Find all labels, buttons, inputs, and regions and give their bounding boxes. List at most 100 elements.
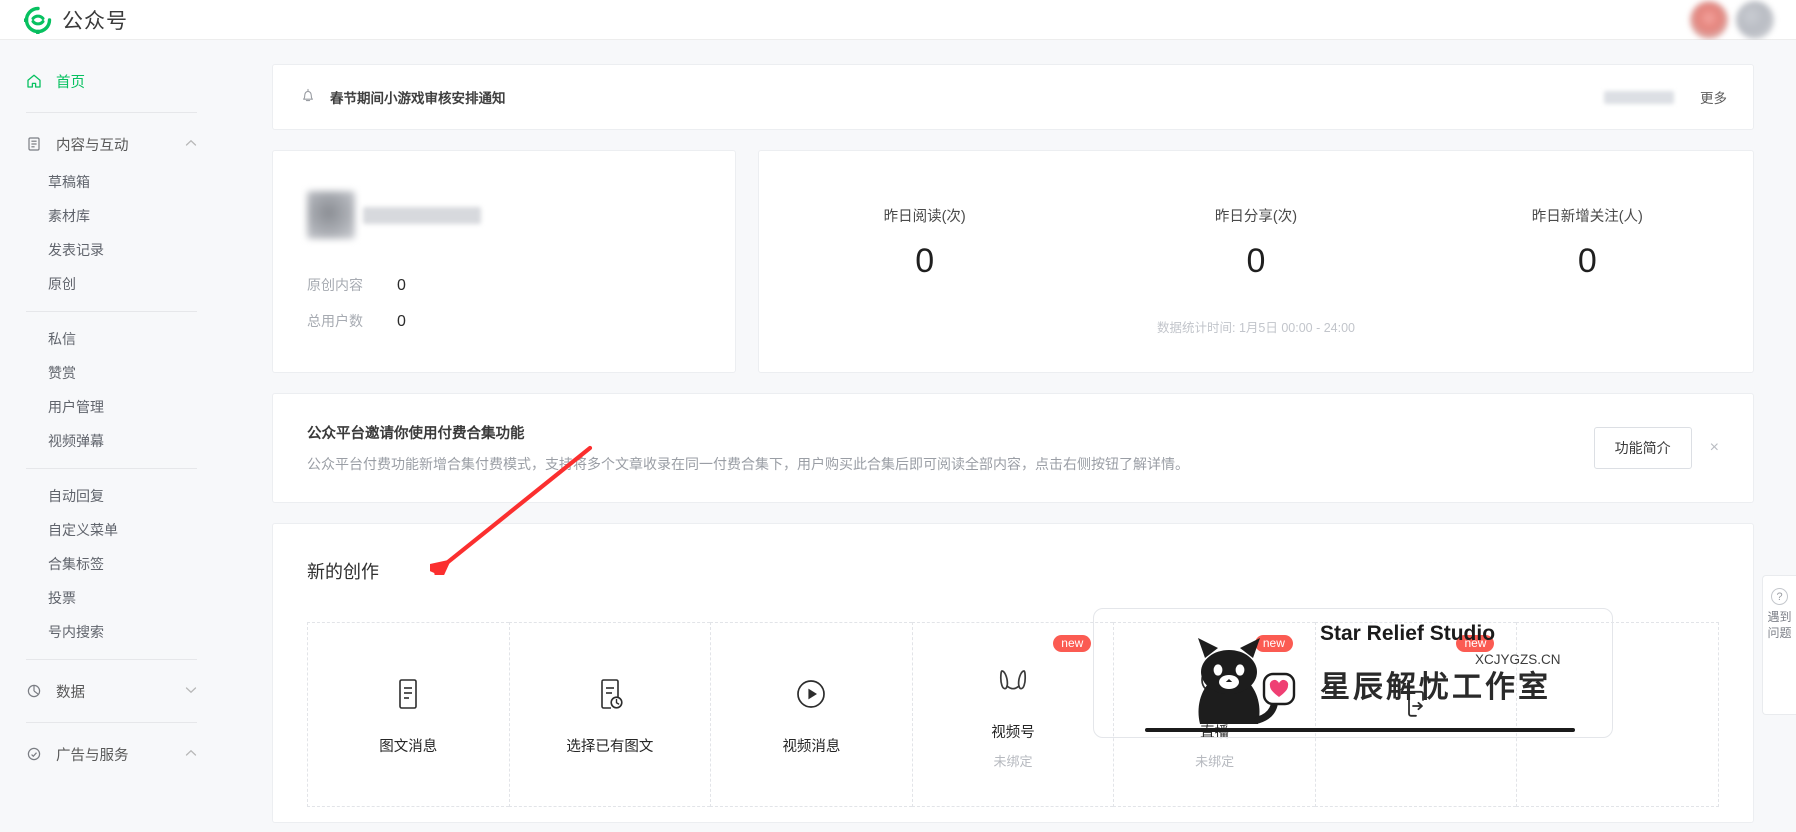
sidebar-item-original[interactable]: 原创	[0, 267, 225, 301]
sidebar-item-publish-records-label: 发表记录	[48, 242, 104, 258]
sidebar-group-ads-services[interactable]: 广告与服务	[0, 733, 225, 775]
create-card-live-sub: 未绑定	[1195, 754, 1235, 769]
metric-total-users: 总用户数 0	[307, 311, 701, 331]
play-circle-icon	[794, 673, 828, 715]
metric-total-users-label: 总用户数	[307, 313, 363, 329]
kpi-shares: 昨日分享(次) 0	[1090, 205, 1421, 281]
sidebar-group-data-label: 数据	[56, 684, 85, 701]
sidebar-item-custom-menu-label: 自定义菜单	[48, 522, 118, 538]
notice-more-link[interactable]: 更多	[1700, 87, 1727, 107]
create-card-existing-article[interactable]: 选择已有图文	[508, 622, 711, 807]
kpi-reads-title: 昨日阅读(次)	[883, 209, 966, 225]
sidebar-subsection-3: 自动回复 自定义菜单 合集标签 投票 号内搜索	[0, 479, 225, 649]
metric-original-content-label: 原创内容	[307, 277, 363, 293]
account-name-masked	[363, 206, 481, 224]
sidebar-group-content[interactable]: 内容与互动	[0, 123, 225, 165]
sidebar-subsection-1: 草稿箱 素材库 发表记录 原创	[0, 165, 225, 301]
notice-right: 更多	[1604, 87, 1727, 107]
stats-row: 原创内容 0 总用户数 0 昨日阅读(次) 0 昨日分享(次) 0 昨日新增关注…	[272, 150, 1754, 373]
service-icon	[26, 746, 46, 762]
kpi-new-followers-value: 0	[1577, 242, 1597, 280]
create-section-title: 新的创作	[307, 562, 379, 582]
brand-logo[interactable]: 公众号	[0, 5, 128, 45]
sidebar-item-reward[interactable]: 赞赏	[0, 356, 225, 390]
create-card-channels-sub: 未绑定	[993, 754, 1033, 769]
close-icon[interactable]: ×	[1710, 439, 1719, 457]
create-card-existing-article-label: 选择已有图文	[566, 739, 654, 755]
sidebar-item-original-label: 原创	[48, 276, 76, 292]
chevron-down-icon[interactable]	[185, 685, 197, 697]
create-card-article[interactable]: 图文消息	[307, 622, 509, 807]
account-card: 原创内容 0 总用户数 0	[272, 150, 736, 373]
sidebar-divider-4	[26, 659, 197, 660]
sidebar-divider-3	[26, 468, 197, 469]
user-avatar-icon[interactable]	[1736, 0, 1774, 39]
sidebar-item-custom-menu[interactable]: 自定义菜单	[0, 513, 225, 547]
kpi-new-followers-title: 昨日新增关注(人)	[1531, 209, 1643, 225]
sidebar-item-auto-reply[interactable]: 自动回复	[0, 479, 225, 513]
home-icon	[26, 73, 46, 89]
sidebar-group-content-label: 内容与互动	[56, 137, 129, 154]
sidebar-item-material[interactable]: 素材库	[0, 199, 225, 233]
sidebar-item-drafts[interactable]: 草稿箱	[0, 165, 225, 199]
sidebar-item-private-message[interactable]: 私信	[0, 322, 225, 356]
account-avatar-icon	[307, 191, 355, 239]
kpi-card: 昨日阅读(次) 0 昨日分享(次) 0 昨日新增关注(人) 0 数据统计时间: …	[758, 150, 1754, 373]
app-root: 公众号 首页 内容与互动 草稿箱 素材库 发表记录 原创 私信 赞赏 用户管理 …	[0, 0, 1796, 832]
create-card-video-message[interactable]: 视频消息	[710, 622, 912, 807]
create-card-channels[interactable]: new 视频号 未绑定	[911, 622, 1114, 807]
notification-avatar-icon[interactable]	[1690, 0, 1728, 39]
sidebar-item-vote-label: 投票	[48, 590, 76, 606]
sidebar-item-material-label: 素材库	[48, 208, 90, 224]
chevron-up-icon-2[interactable]	[185, 748, 197, 760]
notice-masked-date	[1604, 90, 1674, 104]
channels-icon	[996, 659, 1030, 701]
chart-pie-icon	[26, 683, 46, 699]
promo-title: 公众平台邀请你使用付费合集功能	[307, 425, 525, 442]
kpi-footnote: 数据统计时间: 1月5日 00:00 - 24:00	[1157, 321, 1355, 335]
kpi-grid: 昨日阅读(次) 0 昨日分享(次) 0 昨日新增关注(人) 0	[759, 205, 1753, 281]
sidebar-item-publish-records[interactable]: 发表记录	[0, 233, 225, 267]
sidebar-item-in-account-search[interactable]: 号内搜索	[0, 615, 225, 649]
top-bar: 公众号	[0, 0, 1796, 45]
metric-original-content-value: 0	[397, 277, 406, 294]
kpi-new-followers: 昨日新增关注(人) 0	[1422, 205, 1753, 281]
sidebar-group-ads-services-label: 广告与服务	[56, 747, 129, 764]
create-card-article-label: 图文消息	[379, 739, 438, 755]
kpi-shares-title: 昨日分享(次)	[1214, 209, 1298, 225]
badge-new-channels: new	[1053, 635, 1092, 652]
article-icon	[393, 673, 423, 715]
content-icon	[26, 136, 46, 152]
promo-actions: 功能简介 ×	[1593, 427, 1719, 469]
promo-text: 公众平台邀请你使用付费合集功能 公众平台付费功能新增合集付费模式，支持将多个文章…	[307, 422, 1189, 475]
sidebar-item-user-management[interactable]: 用户管理	[0, 390, 225, 424]
sidebar-item-vote[interactable]: 投票	[0, 581, 225, 615]
bell-icon	[299, 86, 317, 109]
account-header	[307, 191, 701, 239]
notice-text[interactable]: 春节期间小游戏审核安排通知	[330, 87, 506, 107]
sidebar-item-collection-tags[interactable]: 合集标签	[0, 547, 225, 581]
question-circle-icon[interactable]: ?	[1771, 588, 1788, 605]
sidebar-subsection-2: 私信 赞赏 用户管理 视频弹幕	[0, 322, 225, 458]
help-panel[interactable]: ? 遇到问题	[1762, 575, 1796, 715]
notice-left: 春节期间小游戏审核安排通知	[299, 86, 506, 109]
sidebar-group-data[interactable]: 数据	[0, 670, 225, 712]
sidebar-item-video-danmaku-label: 视频弹幕	[48, 433, 104, 449]
create-card-video-message-label: 视频消息	[782, 739, 841, 755]
wechat-mp-logo-icon	[13, 6, 52, 45]
sidebar-item-in-account-search-label: 号内搜索	[48, 624, 104, 640]
account-metrics: 原创内容 0 总用户数 0	[307, 275, 701, 331]
chevron-up-icon[interactable]	[185, 138, 197, 150]
sidebar: 首页 内容与互动 草稿箱 素材库 发表记录 原创 私信 赞赏 用户管理 视频弹幕…	[0, 40, 225, 832]
sidebar-divider-2	[26, 311, 197, 312]
sidebar-item-drafts-label: 草稿箱	[48, 174, 90, 190]
create-card-channels-label: 视频号	[991, 725, 1035, 741]
sidebar-item-private-message-label: 私信	[48, 331, 76, 347]
promo-intro-button[interactable]: 功能简介	[1593, 427, 1692, 469]
brand-title: 公众号	[62, 9, 128, 33]
sidebar-divider-5	[26, 722, 197, 723]
sidebar-item-video-danmaku[interactable]: 视频弹幕	[0, 424, 225, 458]
sidebar-item-home[interactable]: 首页	[0, 60, 225, 102]
help-panel-label: 遇到问题	[1767, 610, 1792, 641]
promo-description: 公众平台付费功能新增合集付费模式，支持将多个文章收录在同一付费合集下，用户购买此…	[307, 455, 1189, 472]
